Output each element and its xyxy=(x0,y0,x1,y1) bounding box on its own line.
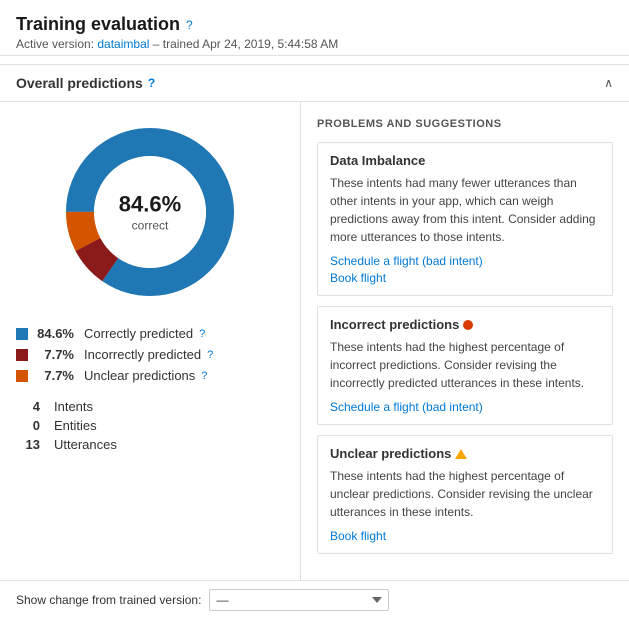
section-help-icon[interactable]: ? xyxy=(148,76,155,90)
left-panel: 84.6% correct 84.6% Correctly predicted … xyxy=(0,102,300,580)
card-data-imbalance: Data Imbalance These intents had many fe… xyxy=(317,142,613,296)
link-book-flight-1[interactable]: Book flight xyxy=(330,271,600,285)
footer: Show change from trained version: — xyxy=(0,580,629,619)
legend-color-unclear xyxy=(16,370,28,382)
stat-value-utterances: 13 xyxy=(16,437,40,452)
stat-label-entities: Entities xyxy=(54,418,97,433)
legend-color-incorrect xyxy=(16,349,28,361)
active-version: Active version: dataimbal – trained Apr … xyxy=(16,37,613,51)
legend-value-unclear: 7.7% xyxy=(34,368,74,383)
link-book-flight-2[interactable]: Book flight xyxy=(330,529,600,543)
section-title-text: Overall predictions xyxy=(16,75,143,91)
version-link[interactable]: dataimbal xyxy=(97,37,149,51)
legend: 84.6% Correctly predicted ? 7.7% Incorre… xyxy=(16,326,284,383)
legend-item-correct: 84.6% Correctly predicted ? xyxy=(16,326,284,341)
legend-value-correct: 84.6% xyxy=(34,326,74,341)
legend-item-incorrect: 7.7% Incorrectly predicted ? xyxy=(16,347,284,362)
stat-utterances: 13 Utterances xyxy=(16,437,284,452)
page-header: Training evaluation ? Active version: da… xyxy=(0,0,629,56)
link-schedule-flight-1[interactable]: Schedule a flight (bad intent) xyxy=(330,254,600,268)
right-panel: PROBLEMS AND SUGGESTIONS Data Imbalance … xyxy=(300,102,629,580)
legend-help-incorrect[interactable]: ? xyxy=(207,349,213,361)
main-content: 84.6% correct 84.6% Correctly predicted … xyxy=(0,102,629,580)
legend-help-correct[interactable]: ? xyxy=(199,328,205,340)
error-icon xyxy=(463,320,473,330)
card-unclear-predictions: Unclear predictions These intents had th… xyxy=(317,435,613,554)
legend-text-unclear: Unclear predictions xyxy=(84,368,195,383)
legend-item-unclear: 7.7% Unclear predictions ? xyxy=(16,368,284,383)
link-schedule-flight-2[interactable]: Schedule a flight (bad intent) xyxy=(330,400,600,414)
card-incorrect-predictions: Incorrect predictions These intents had … xyxy=(317,306,613,425)
stat-intents: 4 Intents xyxy=(16,399,284,414)
legend-color-correct xyxy=(16,328,28,340)
card-body-data-imbalance: These intents had many fewer utterances … xyxy=(330,174,600,246)
card-title-data-imbalance: Data Imbalance xyxy=(330,153,600,168)
legend-text-correct: Correctly predicted xyxy=(84,326,193,341)
donut-percent: 84.6% xyxy=(119,192,181,218)
card-body-unclear: These intents had the highest percentage… xyxy=(330,467,600,521)
legend-value-incorrect: 7.7% xyxy=(34,347,74,362)
stat-value-intents: 4 xyxy=(16,399,40,414)
stat-entities: 0 Entities xyxy=(16,418,284,433)
card-title-incorrect: Incorrect predictions xyxy=(330,317,600,332)
title-help-icon[interactable]: ? xyxy=(186,18,193,32)
card-title-unclear: Unclear predictions xyxy=(330,446,600,461)
warning-icon xyxy=(455,449,467,459)
collapse-icon[interactable]: ∧ xyxy=(604,76,613,90)
problems-title: PROBLEMS AND SUGGESTIONS xyxy=(317,118,613,130)
page-title: Training evaluation xyxy=(16,14,180,35)
legend-help-unclear[interactable]: ? xyxy=(201,370,207,382)
stats: 4 Intents 0 Entities 13 Utterances xyxy=(16,399,284,452)
stat-label-utterances: Utterances xyxy=(54,437,117,452)
donut-center: 84.6% correct xyxy=(119,192,181,233)
footer-label: Show change from trained version: xyxy=(16,593,201,607)
card-body-incorrect: These intents had the highest percentage… xyxy=(330,338,600,392)
donut-label: correct xyxy=(132,219,169,233)
chart-container: 84.6% correct xyxy=(16,122,284,302)
section-header: Overall predictions ? ∧ xyxy=(0,64,629,102)
trained-version-select[interactable]: — xyxy=(209,589,389,611)
stat-label-intents: Intents xyxy=(54,399,93,414)
legend-text-incorrect: Incorrectly predicted xyxy=(84,347,201,362)
stat-value-entities: 0 xyxy=(16,418,40,433)
